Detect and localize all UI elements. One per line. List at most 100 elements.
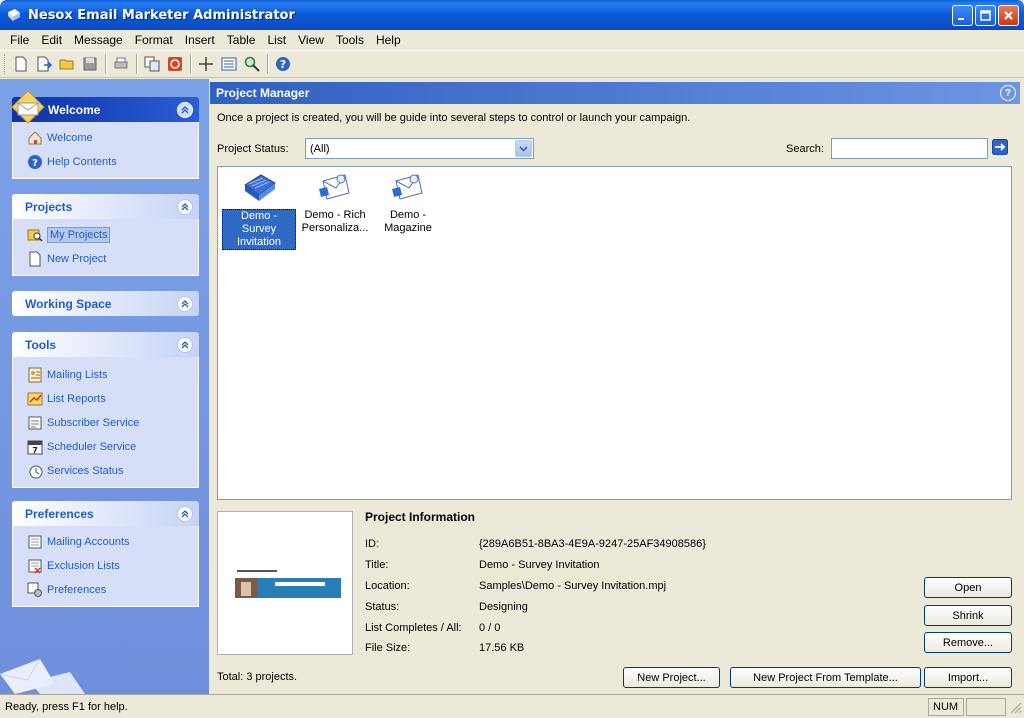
menu-message[interactable]: Message	[68, 33, 129, 47]
collapse-icon[interactable]	[177, 337, 193, 353]
envelopes-decoration	[0, 658, 85, 694]
collapse-icon[interactable]	[177, 506, 193, 522]
task-label: Mailing Accounts	[47, 536, 130, 548]
chevron-down-icon	[519, 145, 528, 152]
project-item-label: Demo - Magazine	[384, 209, 432, 234]
task-scheduler-service[interactable]: 7 Scheduler Service	[13, 435, 198, 459]
help-icon: ?	[276, 57, 290, 71]
help-button[interactable]: ?	[272, 53, 294, 75]
menu-insert[interactable]: Insert	[179, 33, 221, 47]
new-project-from-template-button[interactable]: New Project From Template...	[730, 667, 921, 688]
working-space-group-title: Working Space	[25, 296, 112, 311]
copy-button[interactable]	[141, 53, 163, 75]
task-pane: Welcome Welcome ? Help Contents Projects…	[0, 79, 209, 694]
find-button[interactable]	[241, 53, 263, 75]
preferences-icon	[27, 582, 42, 597]
survey-project-icon	[244, 174, 276, 201]
task-services-status[interactable]: Services Status	[13, 459, 198, 483]
working-space-group: Working Space	[12, 291, 199, 316]
task-label: Welcome	[47, 132, 93, 144]
svg-text:7: 7	[32, 446, 38, 455]
new-button[interactable]	[10, 53, 32, 75]
search-go-icon[interactable]	[992, 139, 1008, 155]
task-label: Help Contents	[47, 156, 117, 168]
open-button[interactable]	[33, 53, 55, 75]
info-label-file-size: File Size:	[365, 642, 411, 654]
task-my-projects[interactable]: My Projects	[13, 223, 198, 247]
collapse-icon[interactable]	[177, 102, 193, 118]
maximize-button[interactable]	[975, 4, 996, 26]
task-preferences[interactable]: Preferences	[13, 578, 198, 602]
info-label-title: Title:	[365, 559, 389, 571]
open-button[interactable]: Open	[924, 577, 1012, 598]
task-exclusion-lists[interactable]: Exclusion Lists	[13, 554, 198, 578]
subscriber-service-icon	[28, 416, 42, 430]
print-button[interactable]	[110, 53, 132, 75]
collapse-icon[interactable]	[177, 199, 193, 215]
save-button[interactable]	[79, 53, 101, 75]
move-button[interactable]	[195, 53, 217, 75]
menu-file[interactable]: File	[4, 33, 35, 47]
projects-list[interactable]: Demo - Survey Invitation Demo - Rich Perso…	[217, 166, 1012, 500]
project-item-label: Demo - Survey Invitation	[222, 209, 296, 250]
project-item-survey-invitation[interactable]: Demo - Survey Invitation	[222, 171, 296, 250]
clock-icon	[29, 465, 43, 479]
save-icon	[83, 57, 97, 71]
menu-list[interactable]: List	[261, 33, 292, 47]
task-help-contents[interactable]: ? Help Contents	[13, 150, 198, 174]
help-icon[interactable]: ?	[1000, 85, 1016, 101]
project-item-magazine[interactable]: Demo - Magazine	[371, 171, 445, 235]
task-welcome[interactable]: Welcome	[13, 126, 198, 150]
list-button[interactable]	[218, 53, 240, 75]
home-icon	[28, 131, 42, 145]
tools-group-header[interactable]: Tools	[12, 332, 199, 357]
project-status-label: Project Status:	[217, 143, 289, 155]
collapse-icon[interactable]	[177, 296, 193, 312]
menu-table[interactable]: Table	[221, 33, 262, 47]
maximize-icon	[980, 9, 991, 21]
welcome-group: Welcome Welcome ? Help Contents	[11, 90, 199, 179]
info-value-status: Designing	[479, 601, 528, 613]
dropdown-button[interactable]	[515, 140, 532, 157]
welcome-group-body: Welcome ? Help Contents	[12, 122, 199, 179]
toolbar-separator	[105, 54, 107, 74]
new-document-icon	[29, 251, 41, 267]
folder-button[interactable]	[56, 53, 78, 75]
remove-button[interactable]: Remove...	[924, 632, 1012, 653]
projects-group-header[interactable]: Projects	[12, 194, 199, 219]
menu-edit[interactable]: Edit	[35, 33, 68, 47]
task-mailing-lists[interactable]: Mailing Lists	[13, 363, 198, 387]
search-input[interactable]	[831, 138, 988, 159]
toolbar-separator	[136, 54, 138, 74]
report-icon	[27, 392, 43, 406]
panel-description: Once a project is created, you will be g…	[217, 112, 691, 124]
close-button[interactable]	[998, 4, 1019, 26]
welcome-group-header[interactable]: Welcome	[11, 90, 199, 124]
project-status-select[interactable]: (All)	[305, 138, 534, 159]
minimize-button[interactable]	[952, 4, 973, 26]
preferences-group-header[interactable]: Preferences	[12, 501, 199, 526]
task-list-reports[interactable]: List Reports	[13, 387, 198, 411]
shrink-button[interactable]: Shrink	[924, 605, 1012, 626]
menu-view[interactable]: View	[292, 33, 330, 47]
status-bar: Ready, press F1 for help. NUM	[0, 694, 1024, 718]
menu-help[interactable]: Help	[370, 33, 407, 47]
import-button[interactable]: Import...	[924, 667, 1012, 688]
task-new-project[interactable]: New Project	[13, 247, 198, 271]
menu-tools[interactable]: Tools	[330, 33, 370, 47]
menu-format[interactable]: Format	[129, 33, 179, 47]
toolbar-grip[interactable]	[4, 54, 7, 74]
email-project-icon	[392, 174, 423, 200]
tools-group-body: Mailing Lists List Reports Subscriber Se…	[12, 357, 199, 488]
app-icon	[8, 9, 20, 21]
project-item-rich-personalization[interactable]: Demo - Rich Personaliza...	[298, 171, 372, 235]
resize-grip-icon[interactable]	[1008, 700, 1022, 714]
new-project-button[interactable]: New Project...	[623, 667, 720, 688]
task-label: Preferences	[47, 584, 107, 596]
task-mailing-accounts[interactable]: Mailing Accounts	[13, 530, 198, 554]
stop-button[interactable]	[164, 53, 186, 75]
working-space-group-header[interactable]: Working Space	[12, 291, 199, 316]
task-subscriber-service[interactable]: Subscriber Service	[13, 411, 198, 435]
preview-banner-image	[235, 568, 341, 598]
svg-text:?: ?	[32, 158, 38, 169]
